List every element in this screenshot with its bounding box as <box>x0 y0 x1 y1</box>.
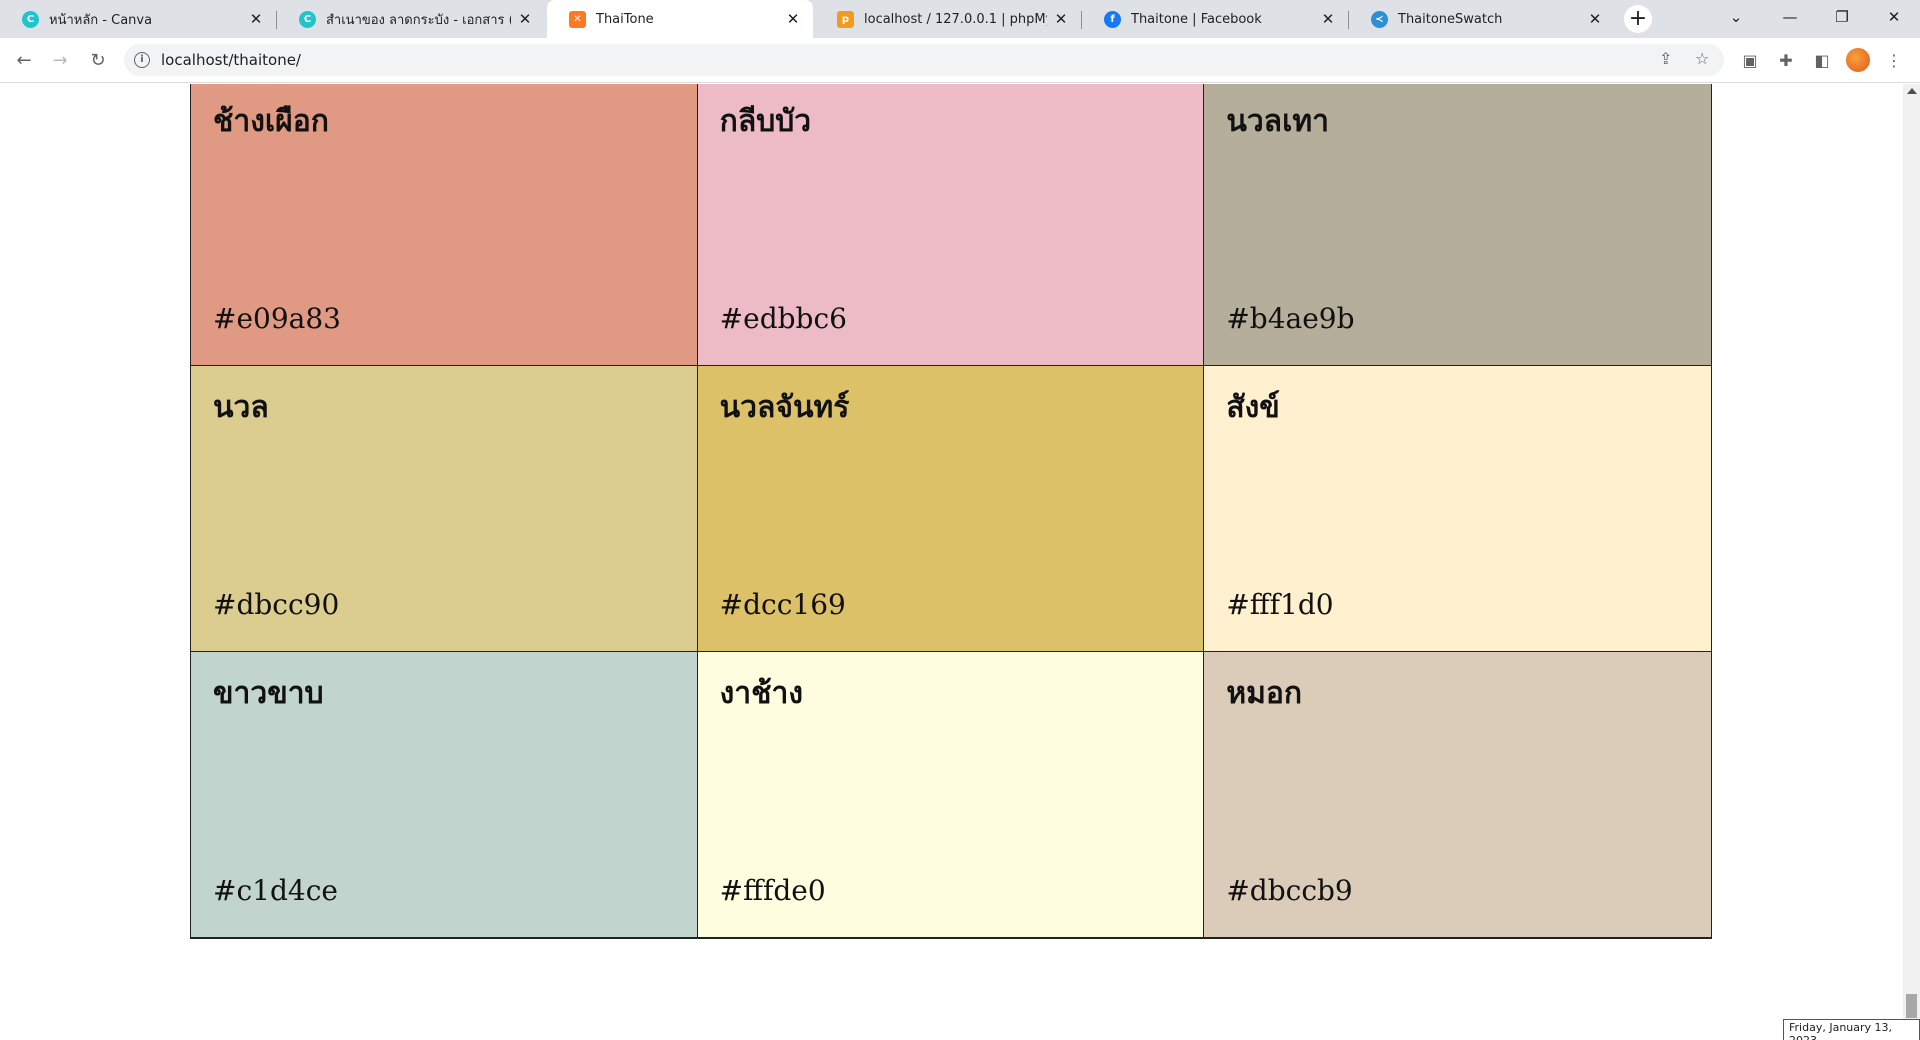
profile-avatar[interactable] <box>1846 48 1870 72</box>
new-tab-button[interactable]: + <box>1624 5 1652 33</box>
swatch-hex: #dbccb9 <box>1226 874 1353 907</box>
scroll-up-arrow-icon[interactable] <box>1907 88 1917 94</box>
swatch-hex: #c1d4ce <box>213 874 338 907</box>
scrollbar-thumb[interactable] <box>1906 994 1917 1018</box>
date-tooltip: Friday, January 13, 2023 <box>1783 1019 1920 1040</box>
swatch-card[interactable]: งาช้าง #fffde0 <box>697 652 1205 938</box>
swatch-name: สังข์ <box>1226 390 1280 425</box>
swatch-name: กลีบบัว <box>719 104 812 139</box>
swatch-name: หมอก <box>1226 676 1303 711</box>
swatch-name: นวล <box>213 390 269 425</box>
swatch-hex: #fff1d0 <box>1226 588 1334 621</box>
reload-button[interactable]: ↻ <box>84 46 112 74</box>
swatch-name: ขาวขาบ <box>213 676 324 711</box>
close-icon[interactable]: ✕ <box>248 11 264 27</box>
swatch-card[interactable]: กลีบบัว #edbbc6 <box>697 84 1205 366</box>
close-icon[interactable]: ✕ <box>1320 11 1336 27</box>
swatch-card[interactable]: สังข์ #fff1d0 <box>1204 366 1711 652</box>
browser-toolbar: ← → ↻ i localhost/thaitone/ ⇪ ☆ ▣ ✚ ◧ ⋮ <box>0 38 1920 83</box>
share-icon[interactable]: ⇪ <box>1659 49 1672 68</box>
swatch-name: นวลเทา <box>1226 104 1329 139</box>
url-text: localhost/thaitone/ <box>161 51 301 69</box>
tab-thaitoneswatch[interactable]: ≺ ThaitoneSwatch ✕ <box>1349 0 1615 38</box>
back-button[interactable]: ← <box>10 46 38 74</box>
swatch-name: งาช้าง <box>719 676 804 711</box>
vscode-icon: ≺ <box>1371 10 1388 28</box>
tab-search-button[interactable]: ⌄ <box>1710 0 1762 34</box>
swatch-hex: #b4ae9b <box>1226 302 1355 335</box>
swatch-name: นวลจันทร์ <box>719 390 850 425</box>
swatch-card[interactable]: ขาวขาบ #c1d4ce <box>191 652 698 938</box>
menu-icon[interactable]: ⋮ <box>1882 48 1906 72</box>
close-icon[interactable]: ✕ <box>517 11 533 27</box>
forward-button[interactable]: → <box>46 46 74 74</box>
facebook-icon: f <box>1104 10 1121 28</box>
swatch-hex: #edbbc6 <box>719 302 847 335</box>
tab-phpmyadmin[interactable]: p localhost / 127.0.0.1 | phpMyAdmin ✕ <box>815 0 1081 38</box>
swatch-card[interactable]: ช้างเผือก #e09a83 <box>191 84 698 366</box>
tab-title: Thaitone | Facebook <box>1131 11 1262 27</box>
tab-title: สำเนาของ ลาดกระบัง - เอกสาร (A4) <box>326 12 511 28</box>
tab-title: ThaiTone <box>596 11 654 27</box>
tab-canva-document[interactable]: C สำเนาของ ลาดกระบัง - เอกสาร (A4) ✕ <box>277 0 545 38</box>
bookmark-star-icon[interactable]: ☆ <box>1695 49 1709 68</box>
swatch-name: ช้างเผือก <box>213 104 329 139</box>
swatch-hex: #dcc169 <box>719 588 846 621</box>
tab-thaitone[interactable]: ✕ ThaiTone ✕ <box>547 0 813 38</box>
vertical-scrollbar[interactable] <box>1903 84 1920 1040</box>
address-bar[interactable]: i localhost/thaitone/ ⇪ ☆ <box>124 44 1724 76</box>
tab-canva-home[interactable]: C หน้าหลัก - Canva ✕ <box>0 0 276 38</box>
canva-icon: C <box>22 10 39 28</box>
tab-title: localhost / 127.0.0.1 | phpMyAdmin <box>864 11 1047 27</box>
swatch-hex: #e09a83 <box>213 302 341 335</box>
swatch-card[interactable]: หมอก #dbccb9 <box>1204 652 1711 938</box>
swatch-hex: #fffde0 <box>719 874 826 907</box>
page-viewport: ช้างเผือก #e09a83 กลีบบัว #edbbc6 นวลเทา… <box>0 84 1920 1040</box>
swatch-card[interactable]: นวลจันทร์ #dcc169 <box>697 366 1205 652</box>
xampp-icon: ✕ <box>569 10 586 28</box>
swatch-grid: ช้างเผือก #e09a83 กลีบบัว #edbbc6 นวลเทา… <box>190 84 1712 939</box>
close-icon[interactable]: ✕ <box>1587 11 1603 27</box>
tab-title: หน้าหลัก - Canva <box>49 12 153 28</box>
phpmyadmin-icon: p <box>837 10 854 28</box>
canva-icon: C <box>299 10 316 28</box>
swatch-card[interactable]: นวลเทา #b4ae9b <box>1204 84 1711 366</box>
restore-button[interactable]: ❐ <box>1816 0 1868 34</box>
close-icon[interactable]: ✕ <box>785 11 801 27</box>
extensions-icon[interactable]: ✚ <box>1774 48 1798 72</box>
tab-facebook[interactable]: f Thaitone | Facebook ✕ <box>1082 0 1348 38</box>
tab-strip: C หน้าหลัก - Canva ✕ C สำเนาของ ลาดกระบั… <box>0 0 1920 38</box>
swatch-card[interactable]: นวล #dbcc90 <box>191 366 698 652</box>
close-window-button[interactable]: ✕ <box>1868 0 1920 34</box>
tab-title: ThaitoneSwatch <box>1398 11 1503 27</box>
close-icon[interactable]: ✕ <box>1053 11 1069 27</box>
screenshot-icon[interactable]: ▣ <box>1738 48 1762 72</box>
swatch-hex: #dbcc90 <box>213 588 340 621</box>
side-panel-icon[interactable]: ◧ <box>1810 48 1834 72</box>
site-info-icon[interactable]: i <box>134 52 150 68</box>
minimize-button[interactable]: — <box>1764 0 1816 34</box>
